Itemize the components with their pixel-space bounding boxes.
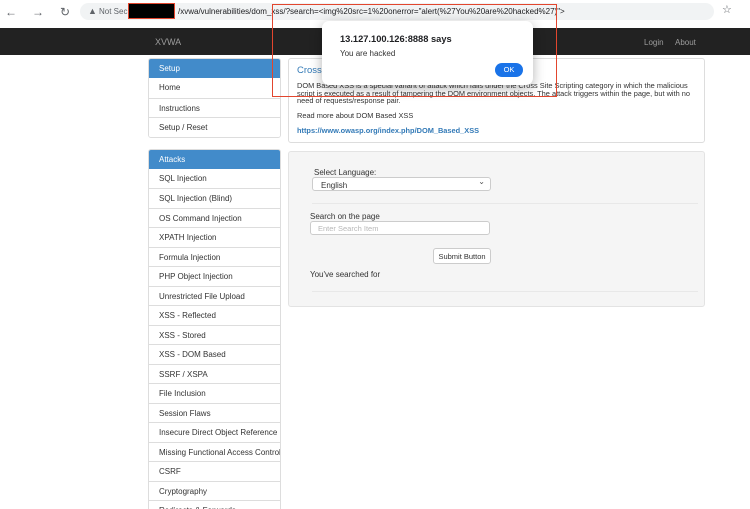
sidebar-item-sql-injection-blind[interactable]: SQL Injection (Blind) xyxy=(149,188,280,208)
brand-xvwa[interactable]: XVWA xyxy=(155,37,181,47)
nav-login-link[interactable]: Login xyxy=(644,38,664,47)
sidebar-setup-group: Setup Home Instructions Setup / Reset xyxy=(148,58,281,138)
description-text: DOM Based XSS is a special variant of at… xyxy=(297,81,690,106)
not-secure-warning-icon: ▲ xyxy=(88,6,97,16)
sidebar-item-redirects-forwards[interactable]: Redirects & Forwards xyxy=(149,500,280,509)
address-bar[interactable]: ▲ Not Secure /xvwa/vulnerabilities/dom_x… xyxy=(80,3,714,20)
sidebar-item-unrestricted-file-upload[interactable]: Unrestricted File Upload xyxy=(149,285,280,305)
sidebar-item-sql-injection[interactable]: SQL Injection xyxy=(149,168,280,188)
submit-button[interactable]: Submit Button xyxy=(433,248,491,264)
back-icon[interactable]: ← xyxy=(3,4,19,20)
search-label: Search on the page xyxy=(310,212,380,221)
sidebar-item-csrf[interactable]: CSRF xyxy=(149,461,280,481)
form-divider-1 xyxy=(312,203,698,204)
sidebar-item-instructions[interactable]: Instructions xyxy=(149,97,280,117)
language-label: Select Language: xyxy=(314,168,377,177)
sidebar-item-missing-functional-access-control[interactable]: Missing Functional Access Control xyxy=(149,441,280,461)
sidebar-item-ssrf-xspa[interactable]: SSRF / XSPA xyxy=(149,363,280,383)
redacted-host xyxy=(128,3,175,19)
forward-icon[interactable]: → xyxy=(30,4,46,20)
searched-for-label: You've searched for xyxy=(310,270,381,279)
form-panel: Select Language: English ⌄ Search on the… xyxy=(288,151,705,307)
read-more-text: Read more about DOM Based XSS xyxy=(297,111,414,121)
url-text: /xvwa/vulnerabilities/dom_xss/?search=<i… xyxy=(178,7,565,16)
chevron-down-icon: ⌄ xyxy=(478,177,485,186)
sidebar-item-xpath-injection[interactable]: XPATH Injection xyxy=(149,227,280,247)
sidebar-item-cryptography[interactable]: Cryptography xyxy=(149,480,280,500)
bookmark-star-icon[interactable]: ☆ xyxy=(722,3,732,16)
screen: ← → ↻ ▲ Not Secure /xvwa/vulnerabilities… xyxy=(0,0,750,509)
sidebar-item-php-object-injection[interactable]: PHP Object Injection xyxy=(149,266,280,286)
sidebar-item-os-command-injection[interactable]: OS Command Injection xyxy=(149,207,280,227)
language-select[interactable]: English ⌄ xyxy=(312,177,491,191)
js-alert-dialog: 13.127.100.126:8888 says You are hacked … xyxy=(322,21,533,85)
alert-ok-button[interactable]: OK xyxy=(495,63,523,77)
alert-message: You are hacked xyxy=(340,49,396,58)
alert-title: 13.127.100.126:8888 says xyxy=(340,34,452,44)
sidebar-item-session-flaws[interactable]: Session Flaws xyxy=(149,402,280,422)
sidebar-item-idor[interactable]: Insecure Direct Object Reference xyxy=(149,422,280,442)
language-select-value: English xyxy=(321,180,348,190)
sidebar-item-xss-dom-based[interactable]: XSS - DOM Based xyxy=(149,344,280,364)
reload-icon[interactable]: ↻ xyxy=(57,4,73,20)
sidebar: Setup Home Instructions Setup / Reset At… xyxy=(148,58,281,509)
sidebar-item-xss-reflected[interactable]: XSS - Reflected xyxy=(149,305,280,325)
sidebar-item-file-inclusion[interactable]: File Inclusion xyxy=(149,383,280,403)
nav-about-link[interactable]: About xyxy=(675,38,696,47)
sidebar-attacks-group: Attacks SQL Injection SQL Injection (Bli… xyxy=(148,148,281,509)
sidebar-item-setup-reset[interactable]: Setup / Reset xyxy=(149,117,280,137)
owasp-link[interactable]: https://www.owasp.org/index.php/DOM_Base… xyxy=(297,126,479,135)
sidebar-item-home[interactable]: Home xyxy=(149,78,280,98)
sidebar-header-setup: Setup xyxy=(149,59,280,78)
sidebar-item-formula-injection[interactable]: Formula Injection xyxy=(149,246,280,266)
search-input[interactable] xyxy=(310,221,490,235)
form-divider-2 xyxy=(312,291,698,292)
sidebar-header-attacks: Attacks xyxy=(149,149,280,169)
sidebar-item-xss-stored[interactable]: XSS - Stored xyxy=(149,324,280,344)
